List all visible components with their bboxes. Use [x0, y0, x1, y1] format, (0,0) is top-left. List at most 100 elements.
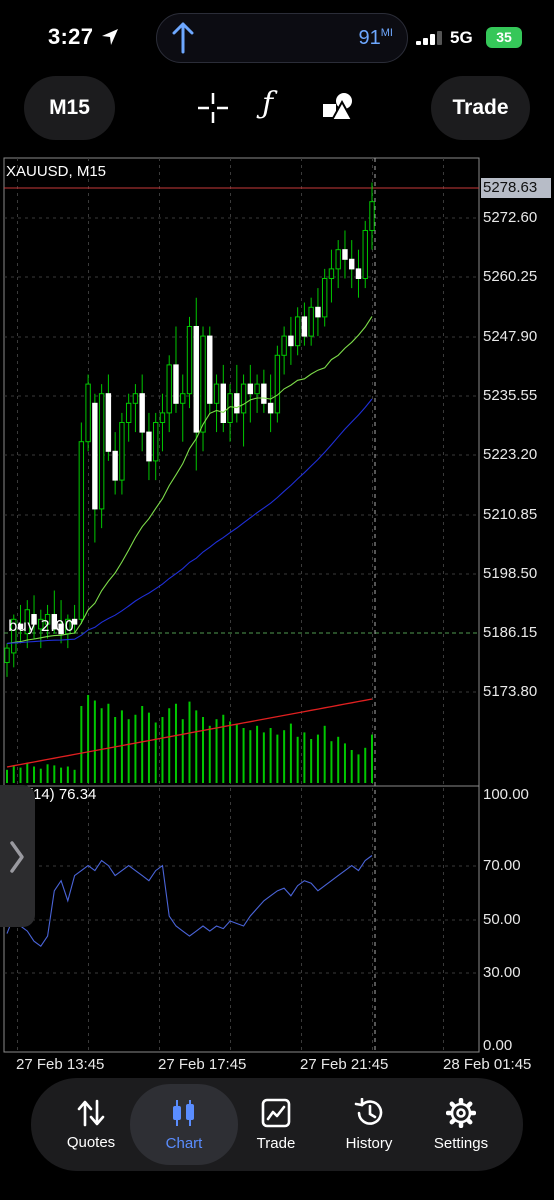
- nav-label: Settings: [433, 1134, 489, 1152]
- candle-up: [153, 421, 159, 462]
- time-axis-label: 28 Feb 01:45: [443, 1056, 532, 1073]
- candle-up: [369, 201, 375, 231]
- candle-down: [207, 335, 213, 404]
- candle-down: [92, 402, 98, 510]
- rsi-level-label: 70.00: [483, 857, 521, 874]
- candle-down: [261, 383, 267, 404]
- candle-up: [308, 306, 314, 337]
- distance-unit: MI: [380, 27, 393, 39]
- candle-up: [132, 393, 139, 404]
- price-chart[interactable]: XAUUSD, M15 buy 2.00 (14) 76.34 5278.63 …: [0, 155, 554, 1073]
- history-icon: [354, 1097, 383, 1125]
- status-time: 3:27: [48, 24, 94, 49]
- candle-up: [119, 421, 125, 481]
- candle-up: [166, 364, 172, 414]
- navigation-arrow-icon: [172, 22, 194, 54]
- rsi-line: [6, 855, 373, 947]
- candle-up: [180, 393, 186, 404]
- time-axis-label: 27 Feb 13:45: [16, 1056, 105, 1073]
- nav-label: Trade: [256, 1134, 296, 1152]
- candle-down: [342, 249, 348, 260]
- candle-up: [281, 335, 287, 356]
- quotes-icon: [77, 1099, 105, 1126]
- nav-quotes[interactable]: Quotes: [45, 1078, 137, 1171]
- candle-up: [186, 325, 193, 395]
- current-price-tag: 5278.63: [481, 178, 551, 198]
- nav-label: History: [345, 1134, 393, 1152]
- time-axis-label: 27 Feb 17:45: [158, 1056, 247, 1073]
- candle-down: [247, 383, 254, 395]
- nav-label: Chart: [165, 1134, 203, 1152]
- chart-frame: [3, 157, 480, 1053]
- candle-down: [349, 258, 355, 270]
- chart-icon: [173, 1099, 194, 1126]
- price-axis-label: 5223.20: [483, 446, 538, 463]
- price-axis-label: 5247.90: [483, 328, 538, 345]
- nav-label: Quotes: [66, 1133, 116, 1151]
- signal-icon: [416, 31, 442, 45]
- nav-chart[interactable]: Chart: [138, 1078, 230, 1171]
- time-axis-label: 27 Feb 21:45: [300, 1056, 389, 1073]
- candle-up: [125, 402, 132, 423]
- price-axis-label: 5272.60: [483, 209, 538, 226]
- rsi-level-label: 0.00: [483, 1037, 513, 1054]
- position-label: buy 2.00: [8, 617, 75, 635]
- price-axis-label: 5173.80: [483, 683, 538, 700]
- candle-down: [105, 393, 112, 452]
- price-axis-label: 5210.85: [483, 506, 538, 523]
- candle-up: [321, 277, 328, 318]
- ma-slow-line: [6, 398, 373, 644]
- location-arrow-icon: [102, 29, 118, 45]
- navigation-distance: 91MI: [359, 27, 393, 50]
- network-type: 5G: [450, 28, 473, 47]
- candle-down: [267, 402, 274, 414]
- trade-icon: [261, 1098, 291, 1127]
- candle-up: [254, 383, 260, 395]
- candle-up: [362, 229, 368, 279]
- candle-up: [85, 383, 91, 443]
- candle-up: [294, 316, 301, 347]
- price-axis-label: 5198.50: [483, 565, 538, 582]
- dynamic-island[interactable]: 91MI: [156, 13, 408, 63]
- rsi-level-label: 30.00: [483, 964, 521, 981]
- candle-up: [159, 412, 166, 423]
- price-axis-label: 5186.15: [483, 624, 538, 641]
- price-axis-label: 5235.55: [483, 387, 538, 404]
- candle-down: [234, 393, 240, 414]
- trade-button[interactable]: Trade: [431, 76, 530, 140]
- function-icon[interactable]: ƒ: [262, 86, 273, 121]
- candle-down: [288, 335, 294, 347]
- candle-down: [112, 450, 118, 481]
- nav-history[interactable]: History: [323, 1078, 415, 1171]
- candle-up: [78, 441, 85, 620]
- timeframe-button[interactable]: M15: [24, 76, 115, 140]
- distance-value: 91: [358, 27, 381, 49]
- candle-up: [328, 268, 335, 279]
- symbol-label: XAUUSD, M15: [6, 163, 107, 180]
- candle-up: [335, 249, 341, 270]
- chart-canvas[interactable]: [0, 155, 554, 1060]
- candle-up: [98, 393, 105, 510]
- price-axis-label: 5260.25: [483, 268, 538, 285]
- bottom-navigation: Quotes Chart Trade History Settings: [31, 1078, 523, 1171]
- objects-icon[interactable]: [322, 92, 356, 122]
- candle-down: [173, 364, 179, 404]
- candle-up: [213, 383, 220, 404]
- rsi-label: (14) 76.34: [28, 786, 97, 803]
- candle-down: [139, 393, 145, 433]
- candle-up: [274, 354, 281, 414]
- candle-up: [4, 647, 10, 664]
- crosshair-icon[interactable]: [197, 92, 229, 124]
- nav-settings[interactable]: Settings: [415, 1078, 507, 1171]
- settings-icon: [446, 1097, 476, 1128]
- candle-down: [315, 306, 321, 318]
- nav-trade[interactable]: Trade: [230, 1078, 322, 1171]
- candle-up: [200, 335, 206, 433]
- side-panel-toggle[interactable]: [0, 785, 35, 927]
- chevron-right-icon: [10, 841, 24, 873]
- rsi-level-label: 100.00: [483, 786, 529, 803]
- candle-up: [240, 383, 247, 414]
- candle-down: [355, 268, 362, 279]
- battery-indicator: 35: [486, 27, 522, 48]
- candle-down: [301, 316, 308, 337]
